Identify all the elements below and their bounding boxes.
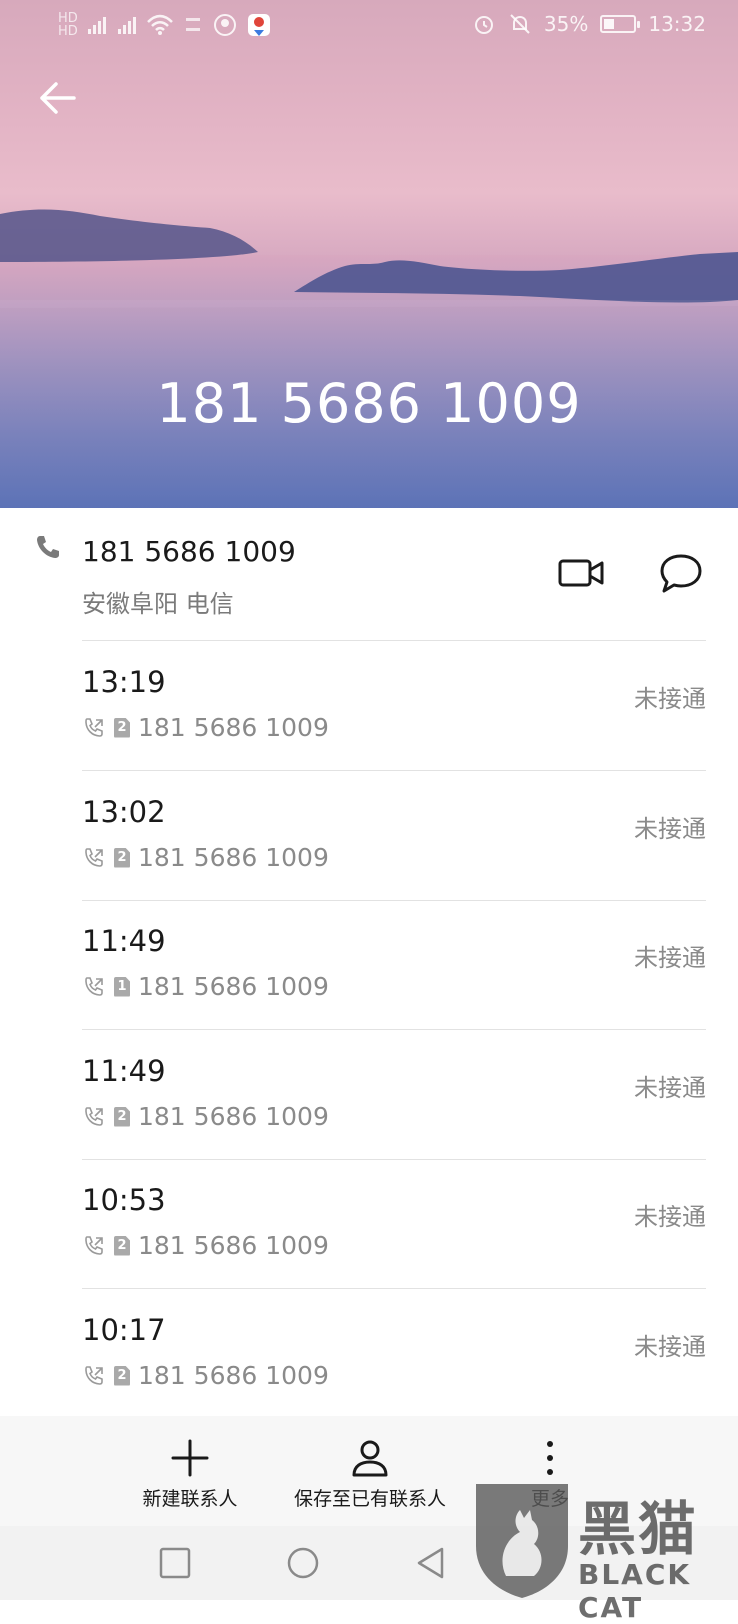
new-contact-label: 新建联系人 bbox=[142, 1488, 238, 1510]
plus-icon bbox=[171, 1439, 209, 1477]
call-time: 10:53 bbox=[82, 1183, 166, 1217]
save-to-existing-contact-label: 保存至已有联系人 bbox=[293, 1488, 446, 1510]
call-detail: 2 181 5686 1009 bbox=[82, 843, 329, 872]
new-contact-button[interactable]: 新建联系人 bbox=[120, 1416, 260, 1526]
status-bar: HD HD 35% 13:32 bbox=[0, 0, 738, 56]
call-log-item[interactable]: 11:49 2 181 5686 1009 未接通 bbox=[0, 1030, 738, 1160]
contact-info-row[interactable] bbox=[0, 508, 738, 640]
signal-icon bbox=[117, 17, 136, 34]
status-left-icons: HD HD bbox=[58, 12, 272, 38]
back-arrow-icon[interactable] bbox=[34, 74, 82, 122]
call-log-item[interactable]: 10:17 2 181 5686 1009 未接通 bbox=[0, 1289, 738, 1419]
save-to-existing-contact-button[interactable]: 保存至已有联系人 bbox=[280, 1416, 460, 1526]
call-time: 11:49 bbox=[82, 924, 166, 958]
call-status: 未接通 bbox=[634, 1203, 706, 1231]
sim-card-icon: 1 bbox=[114, 976, 130, 997]
call-status: 未接通 bbox=[634, 944, 706, 972]
mute-icon bbox=[510, 14, 530, 34]
call-time: 11:49 bbox=[82, 1054, 166, 1088]
header-wallpaper: HD HD 35% 13:32 181 5686 1009 bbox=[0, 0, 738, 508]
outgoing-call-icon bbox=[85, 976, 103, 996]
battery-percent: 35% bbox=[543, 12, 589, 36]
outgoing-call-icon bbox=[85, 847, 103, 867]
phone-icon bbox=[37, 536, 59, 558]
call-detail: 2 181 5686 1009 bbox=[82, 1231, 329, 1260]
watermark-chinese-text: 黑猫 bbox=[578, 1495, 699, 1563]
outgoing-call-icon bbox=[85, 717, 103, 737]
battery-level bbox=[604, 19, 615, 29]
call-number: 181 5686 1009 bbox=[138, 843, 329, 872]
sim-card-icon: 2 bbox=[114, 1365, 130, 1386]
recent-apps-icon[interactable] bbox=[158, 1546, 192, 1580]
call-log-item[interactable]: 13:19 2 181 5686 1009 未接通 bbox=[0, 641, 738, 771]
call-log-item[interactable]: 11:49 1 181 5686 1009 未接通 bbox=[0, 900, 738, 1030]
more-vertical-icon bbox=[547, 1441, 553, 1475]
call-number: 181 5686 1009 bbox=[138, 1231, 329, 1260]
call-status: 未接通 bbox=[634, 1333, 706, 1361]
sim-card-icon: 2 bbox=[114, 1106, 130, 1127]
header-phone-number: 181 5686 1009 bbox=[156, 372, 582, 435]
sim-card-icon: 2 bbox=[114, 1235, 130, 1256]
sim-card-icon: 2 bbox=[114, 717, 130, 738]
outgoing-call-icon bbox=[85, 1365, 103, 1385]
outgoing-call-icon bbox=[85, 1235, 103, 1255]
person-icon bbox=[352, 1440, 388, 1477]
contact-location: 安徽阜阳 电信 bbox=[82, 590, 234, 618]
call-status: 未接通 bbox=[634, 685, 706, 713]
alarm-icon bbox=[474, 16, 493, 34]
hd-icon: HD HD bbox=[58, 11, 78, 39]
watermark-english-text: BLACK CAT bbox=[578, 1558, 692, 1624]
call-number: 181 5686 1009 bbox=[138, 972, 329, 1001]
call-log-item[interactable]: 13:02 2 181 5686 1009 未接通 bbox=[0, 771, 738, 901]
call-time: 10:17 bbox=[82, 1313, 166, 1347]
call-log-item[interactable]: 10:53 2 181 5686 1009 未接通 bbox=[0, 1159, 738, 1289]
outgoing-call-icon bbox=[85, 1106, 103, 1126]
battery-icon bbox=[600, 15, 641, 33]
call-number: 181 5686 1009 bbox=[138, 713, 329, 742]
sim-card-icon: 2 bbox=[114, 847, 130, 868]
app-notification-icon bbox=[213, 14, 236, 36]
home-icon[interactable] bbox=[285, 1546, 321, 1582]
status-time: 13:32 bbox=[648, 12, 706, 36]
call-status: 未接通 bbox=[634, 815, 706, 843]
call-detail: 2 181 5686 1009 bbox=[82, 1361, 329, 1390]
signal-4g-icon bbox=[87, 17, 106, 34]
call-number: 181 5686 1009 bbox=[138, 1102, 329, 1131]
data-speed-icon bbox=[185, 18, 200, 31]
call-status: 未接通 bbox=[634, 1074, 706, 1102]
call-time: 13:02 bbox=[82, 795, 166, 829]
call-detail: 2 181 5686 1009 bbox=[82, 1102, 329, 1131]
wifi-icon bbox=[146, 14, 173, 35]
nav-back-icon[interactable] bbox=[414, 1546, 448, 1580]
status-right-icons: 35% 13:32 bbox=[472, 12, 706, 36]
maps-notification-icon bbox=[247, 14, 270, 36]
black-cat-watermark: 黑猫 BLACK CAT bbox=[468, 1480, 738, 1624]
video-call-icon[interactable] bbox=[558, 556, 604, 590]
call-number: 181 5686 1009 bbox=[138, 1361, 329, 1390]
black-cat-logo-icon bbox=[476, 1484, 568, 1598]
call-time: 13:19 bbox=[82, 665, 166, 699]
call-detail: 2 181 5686 1009 bbox=[82, 713, 329, 742]
contact-number: 181 5686 1009 bbox=[82, 535, 296, 568]
message-icon[interactable] bbox=[658, 552, 704, 594]
call-detail: 1 181 5686 1009 bbox=[82, 972, 329, 1001]
